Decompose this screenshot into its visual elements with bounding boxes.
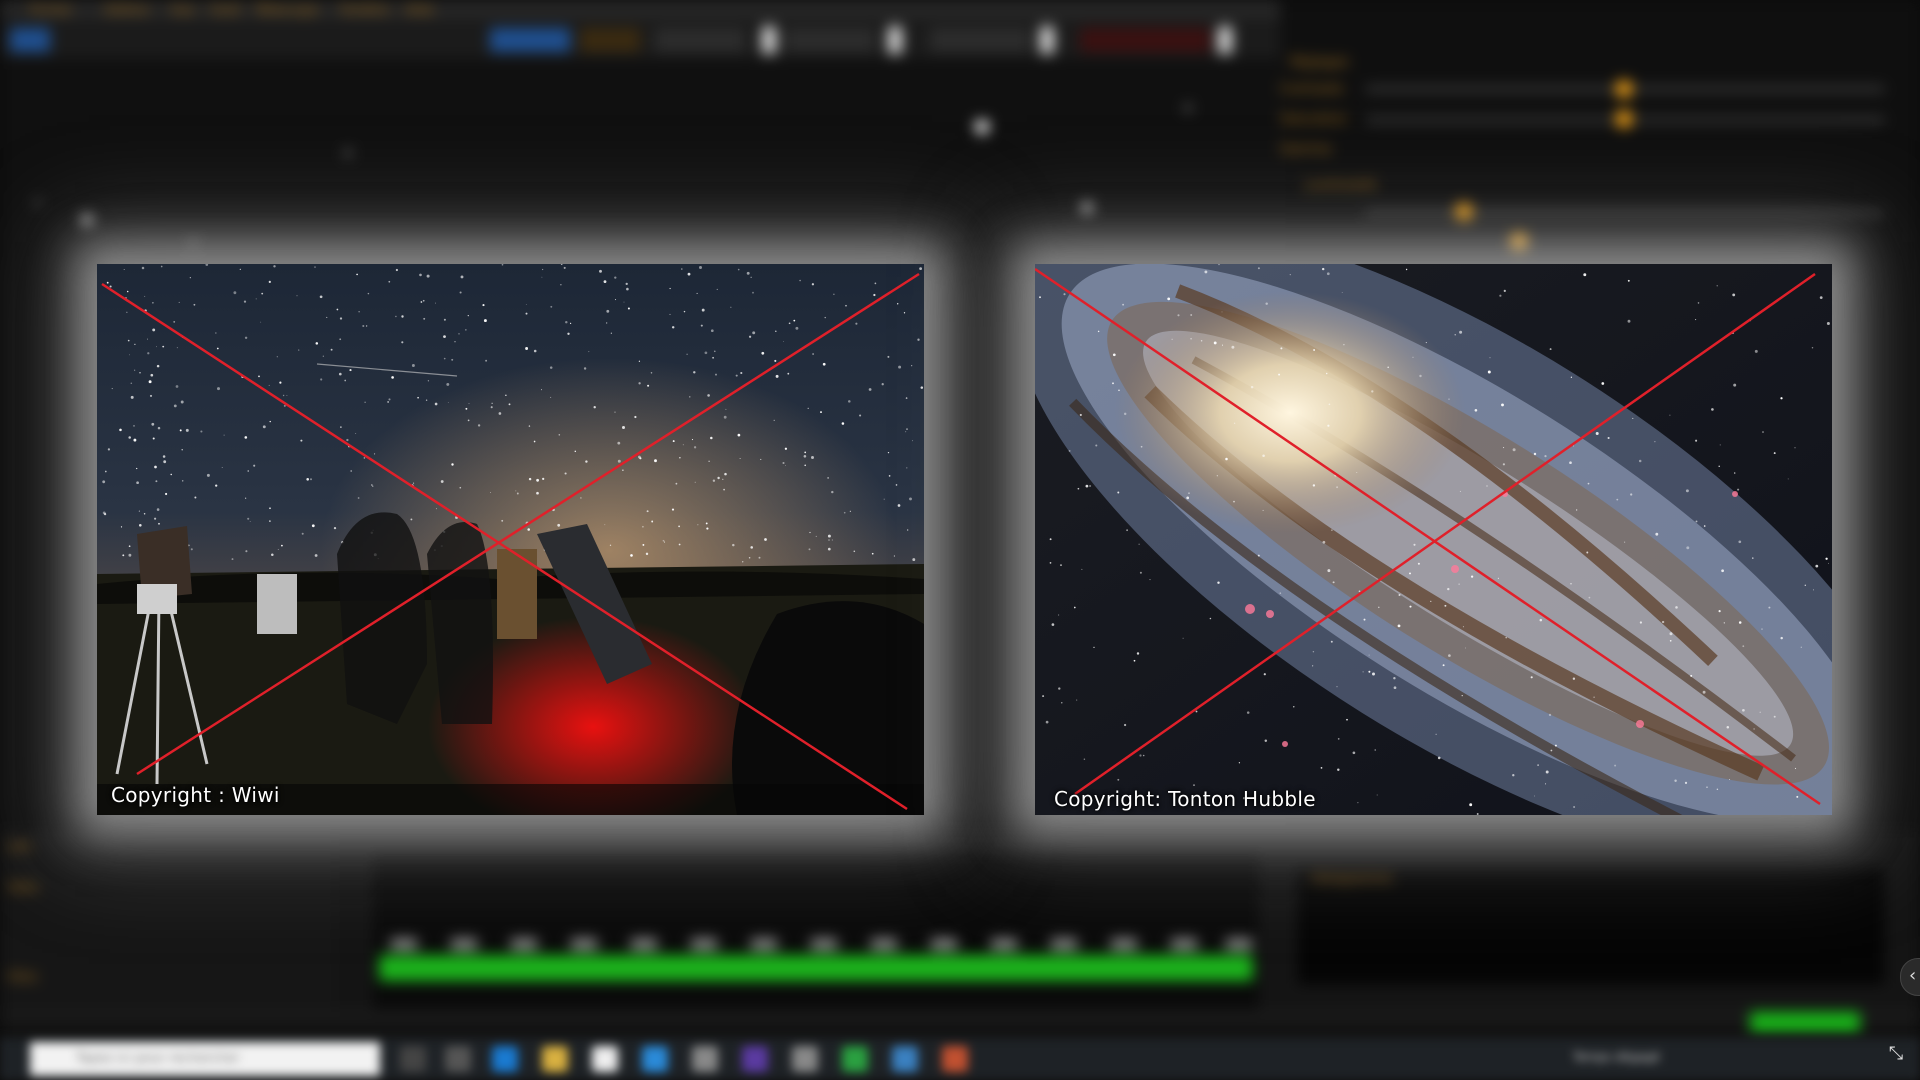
toolbar-field[interactable]: [1080, 28, 1210, 52]
toolbar: [0, 22, 1280, 58]
taskbar-search-input[interactable]: Tapez ici pour rechercher: [30, 1042, 380, 1076]
histogram-tick: [691, 939, 717, 949]
edge-icon[interactable]: [492, 1046, 518, 1072]
histogram-tick: [871, 939, 897, 949]
menu-item[interactable]: Edition: [105, 3, 150, 18]
cross-line: [1035, 267, 1821, 806]
menu-item[interactable]: Aide: [405, 3, 434, 18]
histogram-tick: [751, 939, 777, 949]
star: [975, 120, 989, 134]
star: [1185, 105, 1191, 111]
histogram-bar: [379, 955, 1253, 981]
toolbar-knob[interactable]: [888, 26, 902, 54]
red-cross-mark: [101, 272, 920, 811]
histogram-tick: [1171, 939, 1197, 949]
copyright-caption: Copyright : Wiwi: [111, 783, 280, 807]
info-label: Filtre: [8, 970, 38, 984]
weather-tray[interactable]: Temps dégagé: [1573, 1050, 1660, 1064]
star: [190, 240, 196, 246]
chevron-left-icon: ‹: [1909, 965, 1917, 986]
galaxy-photo: Copyright: Tonton Hubble: [1035, 264, 1832, 815]
store-icon[interactable]: [592, 1046, 618, 1072]
toolbar-button[interactable]: [490, 28, 570, 52]
panel-label: Luminosité: [1305, 178, 1377, 193]
toolbar-knob[interactable]: [1040, 26, 1054, 54]
folder-icon[interactable]: [542, 1046, 568, 1072]
app-icon[interactable]: [742, 1046, 768, 1072]
panel-label: Saturation: [1280, 112, 1348, 127]
star: [35, 200, 40, 205]
histogram[interactable]: [370, 850, 1262, 1012]
histogram-tick: [511, 939, 537, 949]
star: [345, 150, 351, 156]
toolbar-button[interactable]: [10, 28, 50, 52]
bottom-panel: Info Stats Filtre Histogramme: [0, 830, 1920, 1020]
menu-item[interactable]: Télescope: [255, 3, 318, 18]
panel-label: Contraste: [1280, 82, 1344, 97]
app-icon[interactable]: [692, 1046, 718, 1072]
copyright-caption: Copyright: Tonton Hubble: [1054, 787, 1316, 811]
brightness-slider[interactable]: [1365, 210, 1885, 216]
histogram-tick: [931, 939, 957, 949]
menu-item[interactable]: Fichier: [30, 3, 73, 18]
slider-knob[interactable]: [1510, 233, 1528, 251]
slider-knob[interactable]: [1615, 110, 1633, 128]
info-panel: Info Stats Filtre: [0, 830, 335, 1020]
curve-label: Histogramme: [1311, 871, 1393, 885]
exit-fullscreen-icon[interactable]: ⤡: [1886, 1044, 1906, 1064]
star: [82, 215, 92, 225]
app-icon[interactable]: [942, 1046, 968, 1072]
red-cross-mark: [1035, 267, 1821, 806]
screen: Fichier Edition Vue Outil Télescope Fenê…: [0, 0, 1920, 1080]
info-label: Stats: [8, 880, 39, 894]
status-bar: [0, 1010, 1920, 1022]
cross-line: [136, 272, 920, 776]
cross-line: [101, 282, 908, 811]
histogram-tick: [991, 939, 1017, 949]
app-icon[interactable]: [445, 1046, 471, 1072]
toolbar-field[interactable]: [580, 28, 640, 52]
menu-item[interactable]: Fenêtre: [340, 3, 389, 18]
star: [1082, 203, 1092, 213]
histogram-tick: [571, 939, 597, 949]
toolbar-field[interactable]: [785, 28, 875, 52]
info-label: Info: [8, 840, 31, 854]
task-view-icon[interactable]: [400, 1046, 426, 1072]
menu-item[interactable]: Outil: [210, 3, 241, 18]
toolbar-knob[interactable]: [1218, 26, 1232, 54]
histogram-tick: [631, 939, 657, 949]
menu-item[interactable]: Vue: [170, 3, 194, 18]
taskbar: Tapez ici pour rechercher Temps dégagé: [0, 1038, 1920, 1080]
curve-panel[interactable]: Histogramme: [1295, 865, 1887, 987]
mail-icon[interactable]: [642, 1046, 668, 1072]
status-indicator: [1750, 1012, 1860, 1032]
app-icon[interactable]: [892, 1046, 918, 1072]
panel-label: Gamma: [1280, 142, 1332, 157]
histogram-tick: [451, 939, 477, 949]
slider-knob[interactable]: [1455, 203, 1473, 221]
search-placeholder: Tapez ici pour rechercher: [76, 1051, 240, 1066]
star-party-photo: Copyright : Wiwi: [97, 264, 924, 815]
slider-knob[interactable]: [1615, 80, 1633, 98]
app-icon[interactable]: [792, 1046, 818, 1072]
toolbar-knob[interactable]: [762, 26, 776, 54]
histogram-tick: [1226, 939, 1252, 949]
histogram-tick: [1111, 939, 1137, 949]
cross-line: [1074, 272, 1816, 796]
histogram-tick: [811, 939, 837, 949]
app-icon[interactable]: [842, 1046, 868, 1072]
histogram-tick: [391, 939, 417, 949]
panel-label: Réglages: [1290, 55, 1350, 70]
toolbar-field[interactable]: [655, 28, 745, 52]
toolbar-field[interactable]: [930, 28, 1030, 52]
histogram-tick: [1051, 939, 1077, 949]
